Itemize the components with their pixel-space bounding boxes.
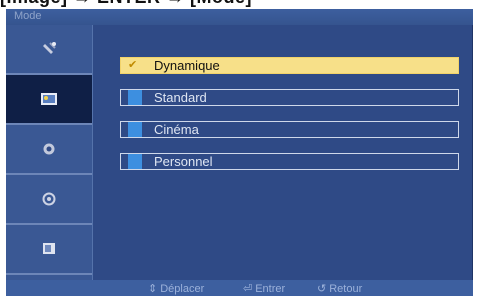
osd-title-bar: Mode	[6, 9, 473, 25]
osd-menu: Mode ✔ Dynamique Standard Cinéma Personn…	[6, 9, 473, 296]
side-item-picture[interactable]	[6, 75, 92, 125]
picture-icon	[41, 93, 57, 105]
option-cinema[interactable]: Cinéma	[120, 121, 459, 138]
hint-move-label: Déplacer	[160, 282, 205, 295]
osd-title: Mode	[14, 10, 42, 22]
hint-return: ↺ Retour	[317, 282, 363, 296]
option-marker	[128, 90, 142, 105]
option-marker	[128, 122, 142, 137]
option-label: Standard	[154, 90, 207, 105]
side-item-sound[interactable]	[6, 125, 92, 175]
setup-icon	[42, 192, 56, 206]
osd-side-menu	[6, 25, 93, 280]
caption-text: [Image] → ENTER → [Mode]	[0, 0, 252, 8]
check-icon: ✔	[128, 59, 138, 71]
hint-return-label: Retour	[329, 282, 363, 295]
option-label: Dynamique	[154, 58, 220, 73]
side-item-satellite[interactable]	[6, 25, 92, 75]
option-label: Personnel	[154, 154, 213, 169]
option-marker	[128, 154, 142, 169]
enter-icon: ⏎	[243, 283, 253, 295]
hint-enter-label: Entrer	[255, 282, 286, 295]
input-icon	[43, 243, 55, 254]
return-icon: ↺	[317, 283, 327, 295]
option-standard[interactable]: Standard	[120, 89, 459, 106]
option-personnel[interactable]: Personnel	[120, 153, 459, 170]
hint-move: ⇕ Déplacer	[148, 282, 205, 296]
updown-arrow-icon: ⇕	[148, 283, 158, 295]
option-label: Cinéma	[154, 122, 199, 137]
sound-icon	[43, 143, 55, 155]
satellite-icon	[43, 42, 56, 54]
osd-footer: ⇕ Déplacer ⏎ Entrer ↺ Retour	[6, 280, 473, 296]
hint-enter: ⏎ Entrer	[243, 282, 286, 296]
page-caption: [Image] → ENTER → [Mode]	[0, 0, 479, 9]
side-item-input[interactable]	[6, 225, 92, 275]
option-dynamique[interactable]: ✔ Dynamique	[120, 57, 459, 74]
side-item-setup[interactable]	[6, 175, 92, 225]
